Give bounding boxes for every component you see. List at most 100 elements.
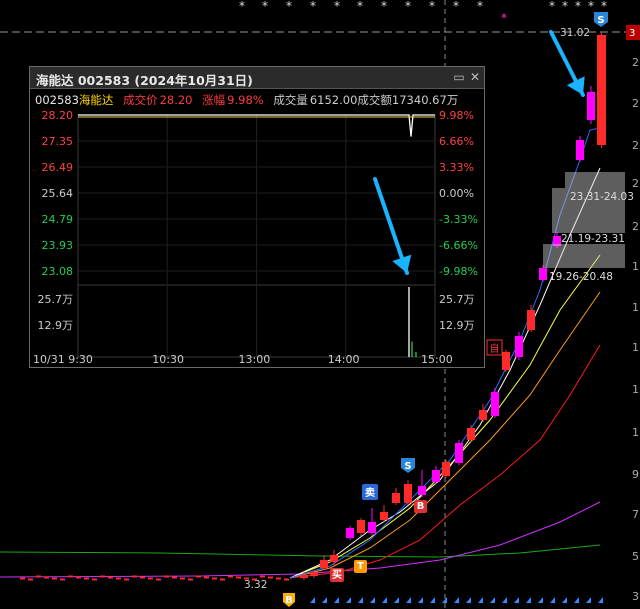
- candle: [180, 577, 185, 580]
- pct-tick-label: 9.98%: [439, 109, 474, 122]
- signal-star: *: [262, 0, 268, 13]
- current-price-tag-text: 3: [629, 28, 635, 39]
- price-axis-label: 13: [632, 383, 640, 396]
- signal-star: *: [357, 0, 363, 13]
- candle: [404, 484, 412, 503]
- bottom-signal-marker: [430, 597, 435, 603]
- candle: [132, 575, 137, 578]
- signal-star: *: [334, 0, 340, 13]
- pct-tick-label: 6.66%: [439, 135, 474, 148]
- candle: [236, 576, 241, 579]
- sell-signal-icon-text: 卖: [365, 486, 375, 499]
- price-tick-label: 23.93: [42, 239, 74, 252]
- candle: [380, 512, 388, 520]
- candle: [330, 555, 338, 562]
- pct-tick-label: -6.66%: [439, 239, 478, 252]
- signal-star: *: [601, 0, 607, 13]
- candle: [527, 310, 535, 330]
- candle: [108, 576, 113, 579]
- intraday-chart: 28.20 9.98% 27.35 6.66% 26.49 3.33% 25.64 0.00%…: [33, 109, 478, 366]
- time-axis-label: 13:00: [239, 353, 271, 366]
- pct-tick-label: -3.33%: [439, 213, 478, 226]
- self-select-tag-text: 自: [490, 342, 500, 355]
- candle: [432, 470, 440, 482]
- price-axis-label: 11: [632, 426, 640, 439]
- price-axis-label: 1: [632, 260, 639, 273]
- candle: [310, 572, 318, 576]
- bottom-signal-marker: [382, 597, 387, 603]
- signal-star: *: [562, 0, 568, 13]
- price-tick-label: 25.64: [42, 187, 74, 200]
- candle: [172, 576, 177, 579]
- time-axis-label: 14:00: [328, 353, 360, 366]
- buy-signal-icon-text: 买: [332, 569, 342, 581]
- ma-line-purple: [0, 501, 601, 578]
- bottom-signal-marker: [490, 597, 495, 603]
- candle: [140, 576, 145, 579]
- price-axis-label: 23: [632, 177, 640, 190]
- signal-star: *: [381, 0, 387, 13]
- price-tick-label: 28.20: [42, 109, 74, 122]
- high-price-label: 31.02: [560, 27, 590, 39]
- bottom-signal-marker: [538, 597, 543, 603]
- bottom-signal-marker: [334, 597, 339, 603]
- pct-tick-label: -9.98%: [439, 265, 478, 278]
- bottom-signal-marker: [478, 597, 483, 603]
- candle: [515, 336, 523, 357]
- candle: [36, 575, 41, 578]
- bottom-signal-marker: [310, 597, 315, 603]
- gap-zone-label: 19.26-20.48: [549, 271, 613, 283]
- volume-tick-label: 25.7万: [439, 293, 475, 306]
- gap-zone-label: 23.31-24.03: [570, 191, 634, 203]
- candle: [20, 577, 25, 580]
- candle: [284, 578, 289, 581]
- price-axis-label: 1: [632, 301, 639, 314]
- candle: [491, 392, 499, 416]
- price-axis-label: 27: [632, 97, 640, 110]
- volume-tick-label: 12.9万: [38, 319, 74, 332]
- candle: [300, 575, 308, 578]
- candle: [228, 575, 233, 578]
- candle: [28, 578, 33, 581]
- bottom-signal-icon-text: B: [285, 595, 293, 606]
- signal-star: *: [575, 0, 581, 13]
- candle: [467, 428, 475, 440]
- candle: [84, 577, 89, 580]
- candle: [392, 493, 400, 503]
- candle: [92, 578, 97, 581]
- candle: [124, 578, 129, 581]
- candle: [442, 462, 450, 476]
- candle: [60, 578, 65, 581]
- signal-star: *: [501, 11, 507, 25]
- sell-signal-icon-text: S: [597, 15, 604, 26]
- price-tick-label: 26.49: [42, 161, 74, 174]
- price-tick-label: 24.79: [42, 213, 74, 226]
- bottom-signal-marker: [514, 597, 519, 603]
- candle: [204, 576, 209, 579]
- bottom-signal-marker: [406, 597, 411, 603]
- gap-zone: [565, 172, 625, 188]
- candle: [44, 576, 49, 579]
- intraday-popup[interactable]: 海能达 002583 (2024年10月31日) ▭ ✕ 002583海能达 成…: [29, 66, 485, 368]
- bottom-signal-marker: [562, 597, 567, 603]
- price-axis-label: 21: [632, 220, 640, 233]
- price-axis-label: 5.: [632, 550, 640, 563]
- candle: [244, 577, 249, 580]
- bottom-signal-marker: [526, 597, 531, 603]
- bottom-signal-marker: [574, 597, 579, 603]
- signal-star: *: [549, 0, 555, 13]
- signal-star: *: [429, 0, 435, 13]
- candle: [52, 577, 57, 580]
- buy-signal-icon-text: T: [357, 561, 364, 572]
- low-price-label: 3.32: [244, 579, 267, 591]
- sell-signal-icon-text: S: [404, 461, 411, 472]
- bottom-signal-marker: [322, 597, 327, 603]
- candle: [479, 410, 487, 420]
- time-axis-label: 10:30: [152, 353, 184, 366]
- gap-zone-label: 21.19-23.31: [561, 233, 625, 245]
- bottom-signal-marker: [418, 597, 423, 603]
- candle: [260, 575, 265, 578]
- bottom-signal-marker: [586, 597, 591, 603]
- bottom-signal-marker: [394, 597, 399, 603]
- bottom-signal-marker: [466, 597, 471, 603]
